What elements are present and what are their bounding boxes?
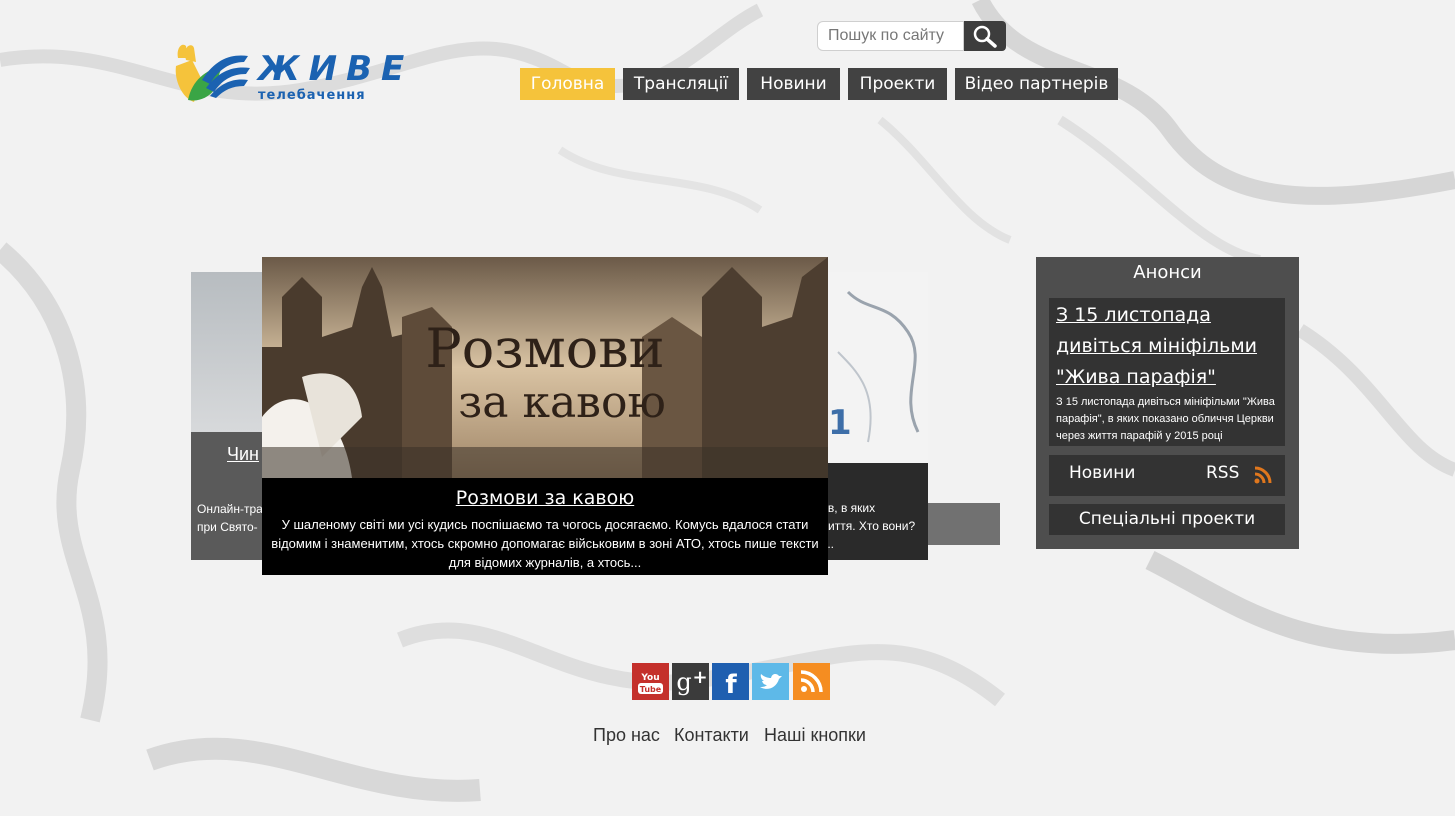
- footer-about[interactable]: Про нас: [593, 725, 660, 746]
- announcements-panel: Анонси З 15 листопада дивіться мініфільм…: [1036, 257, 1299, 549]
- svg-text:Tube: Tube: [640, 685, 662, 694]
- side-card-right[interactable]: 1 ків, в яких життя. Хто вони? ...: [828, 272, 928, 560]
- search-icon: [973, 25, 997, 48]
- featured-image-title-2: за кавою: [458, 377, 666, 428]
- side-card-left-image: [191, 272, 271, 432]
- announcement-item: З 15 листопада дивіться мініфільми "Жива…: [1049, 298, 1285, 446]
- side-card-right-desc-2: життя. Хто вони?: [828, 519, 916, 533]
- news-rss-bar: Новини RSS: [1049, 455, 1285, 496]
- special-projects-link[interactable]: Спеціальні проекти: [1049, 504, 1285, 535]
- youtube-icon[interactable]: You Tube: [632, 663, 669, 700]
- announcement-text: З 15 листопада дивіться мініфільми "Жива…: [1056, 396, 1275, 442]
- facebook-icon[interactable]: f: [712, 663, 749, 700]
- svg-text:g: g: [676, 668, 691, 696]
- side-card-left-title[interactable]: Чин: [227, 444, 259, 465]
- logo-hand-icon: [175, 44, 250, 102]
- side-card-right-desc-1: ків, в яких: [828, 501, 876, 515]
- side-card-right-desc-3: ...: [828, 537, 835, 551]
- nav-partner-videos[interactable]: Відео партнерів: [955, 68, 1118, 100]
- site-logo[interactable]: ЖИВЕ телебачення: [172, 40, 404, 106]
- side-card-left-desc-2: при Свято-: [197, 520, 258, 534]
- site-search: [817, 21, 1006, 51]
- twitter-icon[interactable]: [752, 663, 789, 700]
- featured-title[interactable]: Розмови за кавою: [262, 487, 828, 509]
- nav-home[interactable]: Головна: [520, 68, 615, 100]
- logo-subtitle: телебачення: [258, 88, 366, 103]
- svg-text:+: +: [692, 667, 707, 688]
- logo-wordmark: ЖИВЕ: [258, 49, 414, 89]
- side-card-right-caption: ків, в яких життя. Хто вони? ...: [828, 463, 928, 560]
- svg-text:1: 1: [828, 403, 852, 443]
- news-link[interactable]: Новини: [1069, 463, 1135, 483]
- footer-contacts[interactable]: Контакти: [674, 725, 749, 746]
- announcement-link[interactable]: З 15 листопада дивіться мініфільми "Жива…: [1056, 300, 1280, 393]
- side-card-left[interactable]: Чин Онлайн-тра при Свято-: [191, 272, 271, 560]
- featured-image-title-1: Розмови: [425, 317, 664, 380]
- search-input[interactable]: [817, 21, 964, 51]
- side-card-left-desc-1: Онлайн-тра: [197, 502, 263, 516]
- featured-image: Розмови за кавою: [262, 257, 828, 478]
- search-button[interactable]: [964, 21, 1006, 51]
- rss-feed-icon[interactable]: [793, 663, 830, 700]
- svg-text:f: f: [725, 670, 737, 700]
- nav-news[interactable]: Новини: [747, 68, 840, 100]
- nav-broadcasts[interactable]: Трансляції: [623, 68, 739, 100]
- side-card-left-caption: Чин Онлайн-тра при Свято-: [191, 432, 271, 560]
- google-plus-icon[interactable]: g +: [672, 663, 709, 700]
- side-card-right-image: 1: [828, 272, 928, 463]
- featured-card[interactable]: Розмови за кавою Розмови за кавою У шале…: [262, 257, 828, 575]
- announcements-heading: Анонси: [1133, 262, 1202, 283]
- svg-text:You: You: [640, 673, 659, 683]
- featured-description: У шаленому світі ми усі кудись поспішаєм…: [271, 517, 819, 570]
- rss-icon[interactable]: [1253, 465, 1273, 485]
- rss-link[interactable]: RSS: [1206, 463, 1239, 483]
- footer-our-buttons[interactable]: Наші кнопки: [764, 725, 866, 746]
- side-card-far-right[interactable]: [928, 503, 1000, 545]
- nav-projects[interactable]: Проекти: [848, 68, 947, 100]
